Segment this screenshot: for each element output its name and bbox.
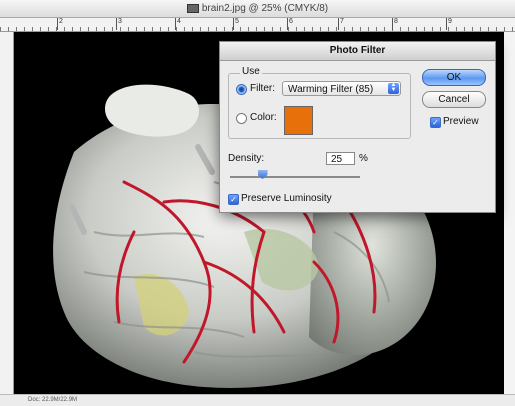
status-text: Doc: 22.9M/22.9M	[28, 397, 78, 403]
ruler-tick: 5	[233, 18, 239, 30]
density-input[interactable]: 25	[326, 152, 355, 165]
filter-select[interactable]: Warming Filter (85) ▲ ▼	[282, 81, 401, 96]
ruler-tick: 8	[392, 18, 398, 30]
ruler-tick: 9	[446, 18, 452, 30]
preview-label: Preview	[443, 116, 479, 127]
preview-checkbox[interactable]: ✓	[430, 117, 441, 128]
ruler-tick: 3	[116, 18, 122, 30]
ruler-tick: 7	[338, 18, 344, 30]
preserve-luminosity-checkbox[interactable]: ✓	[228, 194, 239, 205]
color-label: Color:	[250, 112, 277, 123]
filter-label: Filter:	[250, 83, 275, 94]
color-swatch[interactable]	[284, 106, 313, 135]
use-group-label: Use	[240, 66, 262, 77]
ruler-tick: 2	[57, 18, 63, 30]
ruler-tick: 4	[175, 18, 181, 30]
density-slider[interactable]	[230, 176, 360, 178]
window-edge	[504, 32, 515, 394]
ok-button[interactable]: OK	[422, 69, 486, 86]
filter-radio[interactable]	[236, 84, 247, 95]
dialog-title[interactable]: Photo Filter	[220, 42, 495, 61]
document-icon	[186, 3, 199, 13]
document-title-bar: brain2.jpg @ 25% (CMYK/8)	[0, 0, 515, 18]
status-bar: Doc: 22.9M/22.9M	[0, 394, 515, 406]
ruler-tick: 6	[287, 18, 293, 30]
cancel-button[interactable]: Cancel	[422, 91, 486, 108]
filter-select-value: Warming Filter (85)	[288, 84, 374, 95]
document-title: brain2.jpg @ 25% (CMYK/8)	[201, 3, 329, 14]
color-radio[interactable]	[236, 113, 247, 124]
left-ruler[interactable]	[0, 32, 14, 394]
density-unit: %	[359, 153, 368, 164]
select-arrows-icon: ▲ ▼	[388, 82, 399, 94]
preserve-luminosity-label: Preserve Luminosity	[241, 193, 332, 204]
photo-filter-dialog: Photo Filter Use Filter: Warming Filter …	[219, 41, 496, 213]
density-label: Density:	[228, 153, 265, 164]
top-ruler[interactable]: 2 3 4 5 6 7 8 9	[0, 18, 515, 32]
